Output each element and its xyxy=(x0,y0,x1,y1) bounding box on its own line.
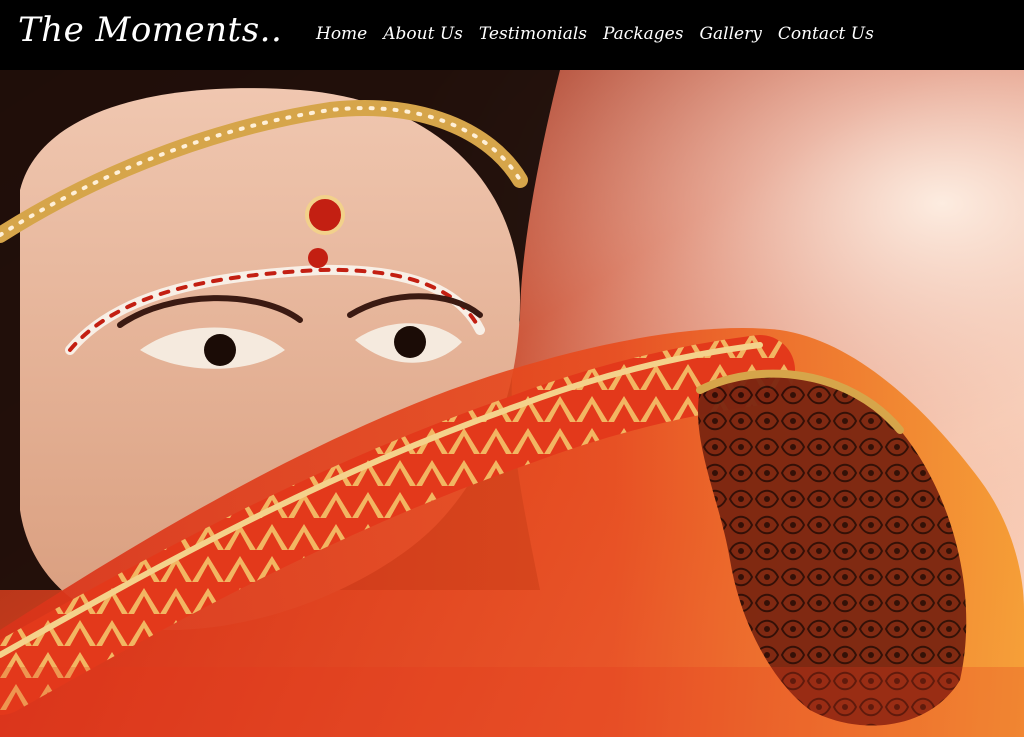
nav-item-contact-us: Contact Us xyxy=(778,22,890,46)
hero-photo-illustration xyxy=(0,70,1024,737)
left-iris xyxy=(204,334,236,366)
nav-link-gallery[interactable]: Gallery xyxy=(699,22,769,46)
lower-band-overlay xyxy=(0,667,1024,737)
nav-link-home[interactable]: Home xyxy=(316,22,375,46)
nav-link-contact-us[interactable]: Contact Us xyxy=(778,22,882,46)
nav-item-testimonials: Testimonials xyxy=(479,22,603,46)
right-iris xyxy=(394,326,426,358)
nav-item-home: Home xyxy=(316,22,383,46)
site-logo-link[interactable]: The Moments.. xyxy=(18,10,282,50)
hero-photo xyxy=(0,70,1024,737)
top-navigation-bar: The Moments.. Home About Us Testimonials… xyxy=(0,0,1024,70)
nav-link-testimonials[interactable]: Testimonials xyxy=(479,22,595,46)
nav-item-about-us: About Us xyxy=(383,22,479,46)
tikka-pendant xyxy=(305,195,345,235)
main-nav: Home About Us Testimonials Packages Gall… xyxy=(316,22,890,46)
nav-item-packages: Packages xyxy=(603,22,699,46)
page: The Moments.. Home About Us Testimonials… xyxy=(0,0,1024,737)
nav-link-about-us[interactable]: About Us xyxy=(383,22,471,46)
bindi xyxy=(308,248,328,268)
nav-link-packages[interactable]: Packages xyxy=(603,22,691,46)
nav-item-gallery: Gallery xyxy=(699,22,777,46)
